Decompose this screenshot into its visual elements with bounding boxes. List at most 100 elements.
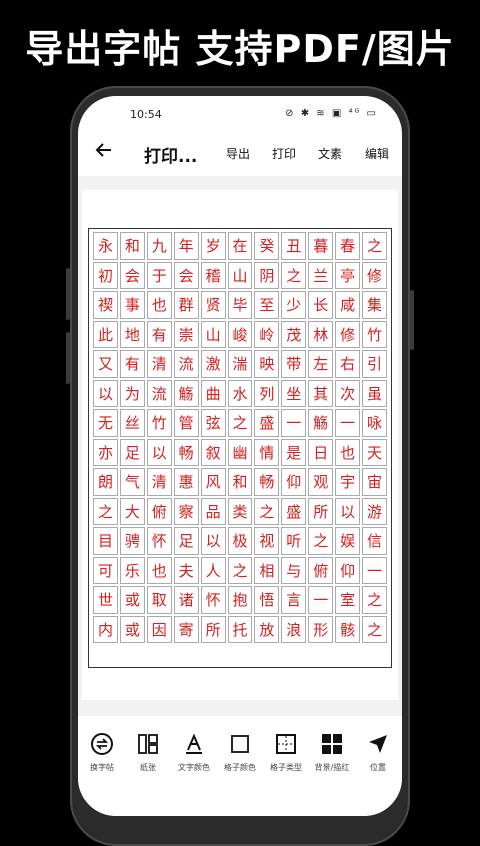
grid-cell[interactable]: 咸 (335, 291, 361, 319)
grid-cell[interactable]: 修 (335, 320, 361, 348)
grid-cell[interactable]: 天 (362, 438, 387, 466)
grid-cell[interactable]: 放 (254, 615, 280, 643)
tool-grid-color[interactable]: 格子颜色 (218, 730, 262, 773)
grid-cell[interactable]: 察 (173, 497, 199, 525)
grid-cell[interactable]: 是 (281, 438, 307, 466)
grid-cell[interactable]: 怀 (200, 586, 226, 614)
grid-cell[interactable]: 丝 (119, 409, 145, 437)
grid-cell[interactable]: 阴 (254, 261, 280, 289)
grid-cell[interactable]: 世 (93, 586, 118, 614)
grid-cell[interactable]: 和 (227, 468, 253, 496)
grid-cell[interactable]: 朗 (93, 468, 118, 496)
grid-cell[interactable]: 寄 (173, 615, 199, 643)
grid-cell[interactable]: 觞 (308, 409, 334, 437)
grid-cell[interactable]: 可 (93, 556, 118, 584)
grid-cell[interactable]: 俯 (146, 497, 172, 525)
grid-cell[interactable]: 所 (200, 615, 226, 643)
grid-cell[interactable]: 坐 (281, 379, 307, 407)
grid-cell[interactable]: 以 (93, 379, 118, 407)
grid-cell[interactable]: 宙 (362, 468, 387, 496)
grid-cell[interactable]: 虽 (362, 379, 387, 407)
grid-cell[interactable]: 林 (308, 320, 334, 348)
grid-cell[interactable]: 抱 (227, 586, 253, 614)
tool-paper[interactable]: 纸张 (126, 730, 170, 773)
grid-cell[interactable]: 娱 (335, 527, 361, 555)
grid-cell[interactable]: 气 (119, 468, 145, 496)
grid-cell[interactable]: 稽 (200, 261, 226, 289)
grid-cell[interactable]: 次 (335, 379, 361, 407)
grid-cell[interactable]: 或 (119, 586, 145, 614)
grid-cell[interactable]: 盛 (254, 409, 280, 437)
grid-cell[interactable]: 岭 (254, 320, 280, 348)
grid-cell[interactable]: 亦 (93, 438, 118, 466)
grid-cell[interactable]: 曲 (200, 379, 226, 407)
grid-cell[interactable]: 畅 (254, 468, 280, 496)
grid-cell[interactable]: 仰 (281, 468, 307, 496)
grid-cell[interactable]: 列 (254, 379, 280, 407)
grid-cell[interactable]: 诸 (173, 586, 199, 614)
grid-cell[interactable]: 与 (281, 556, 307, 584)
grid-cell[interactable]: 之 (362, 232, 387, 260)
grid-cell[interactable]: 有 (146, 320, 172, 348)
grid-cell[interactable]: 癸 (254, 232, 280, 260)
tool-background[interactable]: 背景/描红 (310, 730, 354, 773)
grid-cell[interactable]: 骸 (335, 615, 361, 643)
grid-cell[interactable]: 清 (146, 468, 172, 496)
grid-cell[interactable]: 流 (146, 379, 172, 407)
grid-cell[interactable]: 夫 (173, 556, 199, 584)
grid-cell[interactable]: 足 (173, 527, 199, 555)
grid-cell[interactable]: 在 (227, 232, 253, 260)
grid-cell[interactable]: 风 (200, 468, 226, 496)
tool-grid-type[interactable]: 格子类型 (264, 730, 308, 773)
print-button[interactable]: 打印 (272, 145, 296, 162)
grid-cell[interactable]: 观 (308, 468, 334, 496)
grid-cell[interactable]: 怀 (146, 527, 172, 555)
grid-cell[interactable]: 之 (93, 497, 118, 525)
tool-text-color[interactable]: 文字颜色 (172, 730, 216, 773)
grid-cell[interactable]: 事 (119, 291, 145, 319)
grid-cell[interactable]: 映 (254, 350, 280, 378)
grid-cell[interactable]: 品 (200, 497, 226, 525)
grid-cell[interactable]: 流 (173, 350, 199, 378)
grid-cell[interactable]: 目 (93, 527, 118, 555)
grid-cell[interactable]: 之 (362, 586, 387, 614)
grid-cell[interactable]: 少 (281, 291, 307, 319)
grid-cell[interactable]: 因 (146, 615, 172, 643)
grid-cell[interactable]: 或 (119, 615, 145, 643)
grid-cell[interactable]: 相 (254, 556, 280, 584)
grid-cell[interactable]: 又 (93, 350, 118, 378)
grid-cell[interactable]: 骋 (119, 527, 145, 555)
tool-swap-copybook[interactable]: 换字帖 (80, 730, 124, 773)
grid-cell[interactable]: 左 (308, 350, 334, 378)
grid-cell[interactable]: 丑 (281, 232, 307, 260)
grid-cell[interactable]: 九 (146, 232, 172, 260)
grid-cell[interactable]: 清 (146, 350, 172, 378)
grid-cell[interactable]: 湍 (227, 350, 253, 378)
grid-cell[interactable]: 信 (362, 527, 387, 555)
grid-cell[interactable]: 之 (227, 556, 253, 584)
grid-cell[interactable]: 类 (227, 497, 253, 525)
grid-cell[interactable]: 日 (308, 438, 334, 466)
grid-cell[interactable]: 会 (119, 261, 145, 289)
grid-cell[interactable]: 内 (93, 615, 118, 643)
grid-cell[interactable]: 游 (362, 497, 387, 525)
grid-cell[interactable]: 之 (227, 409, 253, 437)
copybook-grid[interactable]: 永和九年岁在癸丑暮春之初会于会稽山阴之兰亭修禊事也群贤毕至少长咸集此地有崇山峻岭… (88, 228, 392, 668)
grid-cell[interactable]: 引 (362, 350, 387, 378)
grid-cell[interactable]: 叙 (200, 438, 226, 466)
grid-cell[interactable]: 之 (281, 261, 307, 289)
grid-cell[interactable]: 山 (227, 261, 253, 289)
grid-cell[interactable]: 之 (254, 497, 280, 525)
grid-cell[interactable]: 室 (335, 586, 361, 614)
grid-cell[interactable]: 弦 (200, 409, 226, 437)
grid-cell[interactable]: 惠 (173, 468, 199, 496)
grid-cell[interactable]: 听 (281, 527, 307, 555)
grid-cell[interactable]: 长 (308, 291, 334, 319)
grid-cell[interactable]: 以 (200, 527, 226, 555)
grid-cell[interactable]: 管 (173, 409, 199, 437)
grid-cell[interactable]: 年 (173, 232, 199, 260)
grid-cell[interactable]: 竹 (362, 320, 387, 348)
grid-cell[interactable]: 地 (119, 320, 145, 348)
grid-cell[interactable]: 禊 (93, 291, 118, 319)
grid-cell[interactable]: 情 (254, 438, 280, 466)
